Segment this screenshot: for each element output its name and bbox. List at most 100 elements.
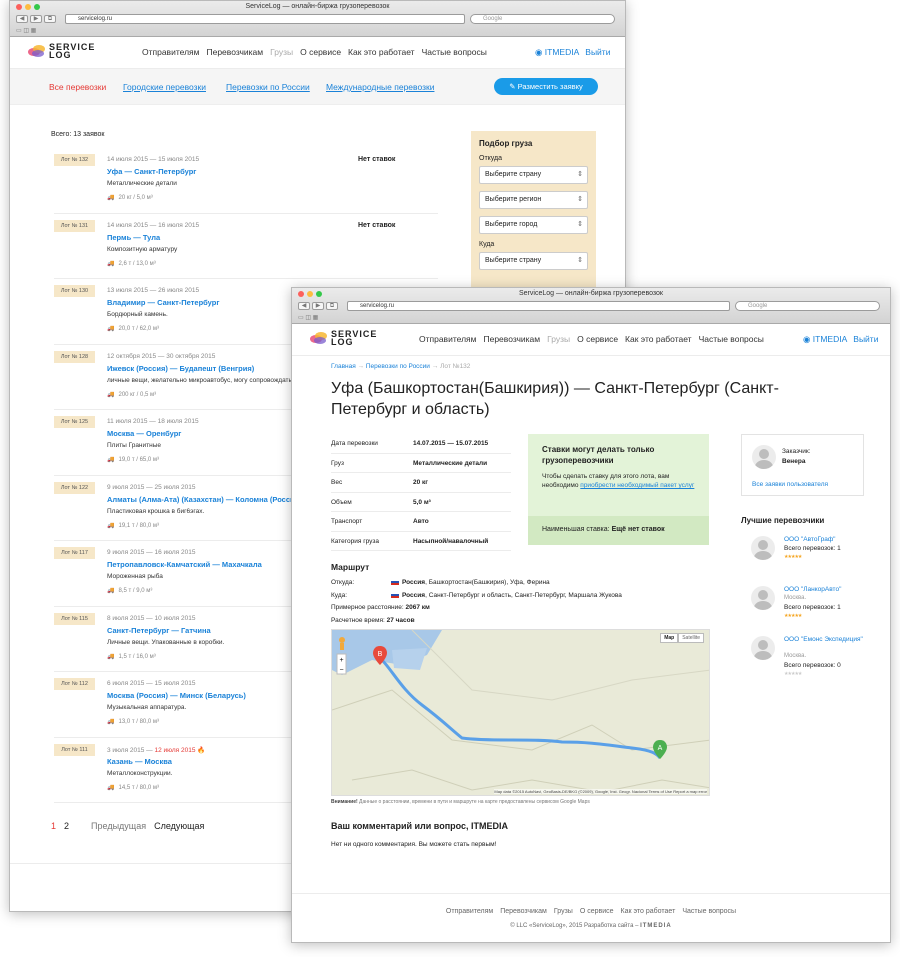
spec-row: Объем 5,0 м³: [331, 493, 511, 512]
buy-package-link[interactable]: приобрести необходимый пакет услуг: [580, 482, 694, 489]
map-type-map[interactable]: Map: [660, 633, 679, 643]
footer-dev-name[interactable]: ITMEDIA: [640, 923, 672, 929]
share-icon[interactable]: ⧉: [44, 15, 56, 23]
rating-stars-icon: ★★★★★: [784, 613, 802, 619]
map-type-satellite[interactable]: Satellite: [678, 633, 704, 643]
customer-name[interactable]: Венера: [782, 458, 805, 465]
logo-icon: [28, 44, 46, 58]
lot-dates: 11 июля 2015 — 18 июля 2015: [107, 418, 199, 425]
logout-link[interactable]: Выйти: [853, 334, 878, 345]
search-field[interactable]: Google: [470, 14, 615, 24]
map-note: Внимание! Данные о расстоянии, времени в…: [331, 799, 590, 805]
menu-about[interactable]: О сервисе: [300, 47, 341, 57]
from-region-select[interactable]: Выберите регион ⇕: [479, 191, 588, 209]
select-value: Выберите страну: [485, 171, 542, 178]
select-arrows-icon: ⇕: [577, 257, 583, 264]
crumb-russia[interactable]: Перевозки по России: [366, 363, 430, 370]
customer-label: Заказчик:: [782, 448, 811, 455]
user-link[interactable]: ◉ ITMEDIA: [535, 47, 579, 58]
lot-dates-text: 9 июля 2015 — 16 июля 2015: [107, 549, 196, 556]
lot-badge: Лот № 112: [54, 678, 95, 690]
lot-meta-text: 13,0 т / 80,0 м³: [118, 719, 160, 725]
menu-how[interactable]: Как это работает: [625, 334, 692, 344]
route-map[interactable]: B A + − Map Satellite Map data ©2015 Auto…: [331, 629, 710, 796]
carrier-name[interactable]: ООО "АвтоГраф": [784, 536, 869, 544]
prev-page[interactable]: Предыдущая: [91, 821, 146, 831]
map-attribution[interactable]: Map data ©2015 AutoNavi, GeoBasis-DE/BKG…: [494, 789, 707, 794]
footer-link-how[interactable]: Как это работает: [621, 908, 676, 915]
user-link[interactable]: ◉ ITMEDIA: [803, 334, 847, 345]
menu-faq[interactable]: Частые вопросы: [422, 47, 487, 57]
spec-row: Вес 20 кг: [331, 473, 511, 493]
user-box: ◉ ITMEDIA Выйти: [803, 334, 878, 345]
menu-carriers[interactable]: Перевозчикам: [483, 334, 540, 344]
menu-how[interactable]: Как это работает: [348, 47, 415, 57]
truck-icon: 🚚: [107, 588, 115, 594]
menu-senders[interactable]: Отправителям: [142, 47, 199, 57]
tab-international[interactable]: Международные перевозки: [326, 82, 434, 92]
footer-link-faq[interactable]: Частые вопросы: [682, 908, 736, 915]
forward-icon[interactable]: ▶: [30, 15, 42, 23]
lot-route-link[interactable]: Москва — Оренбург: [107, 429, 181, 438]
menu-cargo[interactable]: Грузы: [270, 47, 293, 57]
lot-route-link[interactable]: Уфа — Санкт-Петербург: [107, 167, 196, 176]
lot-cargo: Музыкальная аппаратура.: [107, 704, 187, 711]
tabs-bar: Все перевозки Городские перевозки Перево…: [10, 69, 625, 105]
share-icon[interactable]: ⧉: [326, 302, 338, 310]
crumb-home[interactable]: Главная: [331, 363, 356, 370]
site-logo[interactable]: SERVICE LOG: [310, 330, 377, 347]
site-logo[interactable]: SERVICE LOG: [28, 43, 95, 60]
select-value: Выберите страну: [485, 257, 542, 264]
footer-link-cargo[interactable]: Грузы: [554, 908, 573, 915]
lot-route-link[interactable]: Москва (Россия) — Минск (Беларусь): [107, 691, 246, 700]
tab-city[interactable]: Городские перевозки: [123, 82, 206, 92]
user-icon: ◉: [803, 334, 811, 344]
logout-link[interactable]: Выйти: [585, 47, 610, 58]
page-1[interactable]: 1: [51, 821, 56, 831]
footer-link-senders[interactable]: Отправителям: [446, 908, 493, 915]
address-bar[interactable]: servicelog.ru: [347, 301, 730, 311]
bookmarks-icons[interactable]: ▭ ◫ ▦: [16, 27, 36, 34]
lot-meta: 🚚 13,0 т / 80,0 м³: [107, 718, 159, 725]
address-bar[interactable]: servicelog.ru: [65, 14, 465, 24]
lot-badge: Лот № 111: [54, 743, 95, 756]
tab-all[interactable]: Все перевозки: [49, 82, 106, 92]
customer-all-requests[interactable]: Все заявки пользователя: [752, 481, 828, 488]
lot-badge: Лот № 115: [54, 612, 95, 625]
back-icon[interactable]: ◀: [16, 15, 28, 23]
menu-carriers[interactable]: Перевозчикам: [206, 47, 263, 57]
footer-links: Отправителям Перевозчикам Грузы О сервис…: [292, 908, 890, 915]
lot-route-link[interactable]: Алматы (Алма-Ата) (Казахстан) — Коломна …: [107, 495, 302, 504]
search-field[interactable]: Google: [735, 301, 880, 311]
lot-route-link[interactable]: Петропавловск-Камчатский — Махачкала: [107, 560, 262, 569]
menu-senders[interactable]: Отправителям: [419, 334, 476, 344]
lot-route-link[interactable]: Ижевск (Россия) — Будапешт (Венгрия): [107, 364, 254, 373]
from-country-select[interactable]: Выберите страну ⇕: [479, 166, 588, 184]
footer-link-about[interactable]: О сервисе: [580, 908, 614, 915]
tab-russia[interactable]: Перевозки по России: [226, 82, 310, 92]
menu-cargo[interactable]: Грузы: [547, 334, 570, 344]
lot-route-link[interactable]: Пермь — Тула: [107, 233, 160, 242]
lot-route-link[interactable]: Казань — Москва: [107, 757, 172, 766]
lot-dates-text: 14 июля 2015 — 16 июля 2015: [107, 221, 200, 229]
page-2[interactable]: 2: [64, 821, 69, 831]
from-city-select[interactable]: Выберите город ⇕: [479, 216, 588, 234]
main-menu: Отправителям Перевозчикам Грузы О сервис…: [142, 47, 487, 57]
footer-link-carriers[interactable]: Перевозчикам: [500, 908, 547, 915]
post-request-button[interactable]: ✎ Разместить заявку: [494, 78, 598, 95]
bookmarks-icons[interactable]: ▭ ◫ ▦: [298, 314, 318, 321]
forward-icon[interactable]: ▶: [312, 302, 324, 310]
menu-faq[interactable]: Частые вопросы: [699, 334, 764, 344]
back-icon[interactable]: ◀: [298, 302, 310, 310]
spec-key: Объем: [331, 498, 352, 506]
lot-route-link[interactable]: Владимир — Санкт-Петербург: [107, 298, 219, 307]
menu-about[interactable]: О сервисе: [577, 334, 618, 344]
select-arrows-icon: ⇕: [577, 221, 583, 228]
fire-icon: 🔥: [195, 746, 206, 754]
lot-route-link[interactable]: Санкт-Петербург — Гатчина: [107, 626, 211, 635]
next-page[interactable]: Следующая: [154, 821, 204, 831]
carrier-name[interactable]: ООО "ЛанкорАвто": [784, 586, 869, 594]
carrier-name[interactable]: ООО "Емонс Экспедиция": [784, 636, 869, 644]
lot-meta-text: 19,0 т / 65,0 м³: [118, 457, 160, 463]
to-country-select[interactable]: Выберите страну ⇕: [479, 252, 588, 270]
